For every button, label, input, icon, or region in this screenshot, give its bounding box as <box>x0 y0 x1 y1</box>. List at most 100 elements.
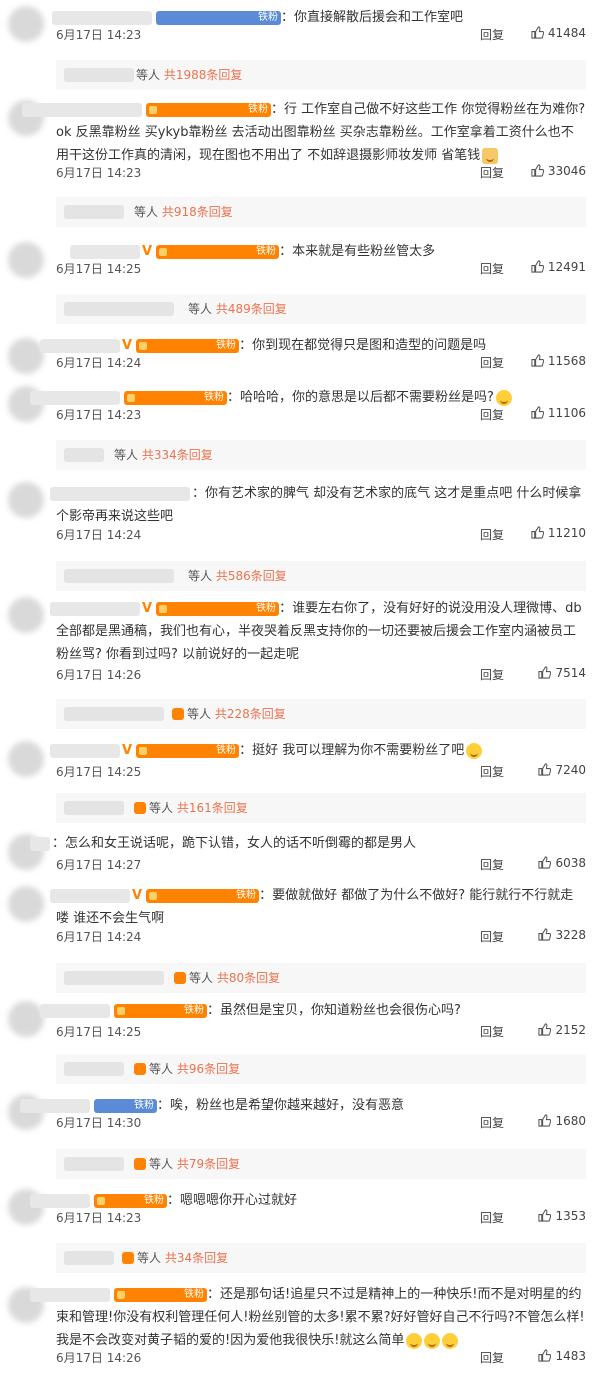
comment-text: 铁粉 ：还是那句话!追星只不过是精神上的一种快乐!而不是对明星的约束和管理!你没有… <box>56 1283 586 1352</box>
reply-button[interactable]: 回复 <box>480 164 504 181</box>
like-button[interactable]: 11106 <box>531 406 586 420</box>
like-count: 33046 <box>547 164 586 178</box>
more-word: 等人 <box>188 302 213 316</box>
fan-badge-icon <box>174 972 186 984</box>
thumbs-up-icon <box>531 526 544 539</box>
reply-button[interactable]: 回复 <box>480 354 504 371</box>
thumbs-up-icon <box>538 1114 552 1127</box>
avatar[interactable] <box>8 597 44 633</box>
like-button[interactable]: 7240 <box>538 763 586 777</box>
like-button[interactable]: 1483 <box>538 1349 586 1363</box>
like-button[interactable]: 7514 <box>538 666 586 680</box>
reply-button[interactable]: 回复 <box>480 26 504 43</box>
reply-summary[interactable]: 等人 共79条回复 <box>56 1149 586 1179</box>
reply-summary[interactable]: 等人 共918条回复 <box>56 197 586 227</box>
like-count: 7240 <box>555 763 586 777</box>
thumbs-up-icon <box>538 1209 552 1222</box>
reply-summary[interactable]: 等人 共334条回复 <box>56 440 586 470</box>
kiss3-emoji-icon <box>406 1332 423 1349</box>
comment-text: 铁粉 ：行 工作室自己做不好这些工作 你觉得粉丝在为难你? ok 反黑靠粉丝 买y… <box>56 98 586 167</box>
reply-users-blurred <box>64 971 164 985</box>
reply-users-blurred <box>64 302 174 316</box>
reply-button[interactable]: 回复 <box>480 1023 504 1040</box>
reply-users-blurred <box>64 801 124 815</box>
reply-summary[interactable]: 等人 共34条回复 <box>56 1243 586 1273</box>
thumbs-up-icon <box>538 763 552 776</box>
more-word: 等人 <box>134 205 159 219</box>
avatar[interactable] <box>8 338 44 374</box>
like-button[interactable]: 12491 <box>531 260 586 274</box>
reply-count[interactable]: 共96条回复 <box>177 1062 240 1076</box>
reply-count[interactable]: 共489条回复 <box>216 302 287 316</box>
reply-summary[interactable]: 等人 共96条回复 <box>56 1054 586 1084</box>
fan-badge: 铁粉 <box>114 1287 207 1302</box>
avatar[interactable] <box>8 1001 44 1037</box>
username-blurred[interactable] <box>30 837 50 851</box>
like-count: 3228 <box>555 928 586 942</box>
reply-count[interactable]: 共1988条回复 <box>164 68 243 82</box>
timestamp: 6月17日 14:25 <box>56 1025 142 1039</box>
like-button[interactable]: 6038 <box>538 856 586 870</box>
timestamp: 6月17日 14:24 <box>56 528 142 542</box>
like-button[interactable]: 11210 <box>531 526 586 540</box>
avatar[interactable] <box>8 741 44 777</box>
like-button[interactable]: 1353 <box>538 1209 586 1223</box>
colon: ： <box>239 743 253 758</box>
reply-summary[interactable]: 等人 共489条回复 <box>56 294 586 324</box>
reply-count[interactable]: 共34条回复 <box>165 1251 228 1265</box>
reply-summary[interactable]: 等人 共161条回复 <box>56 793 586 823</box>
reply-button[interactable]: 回复 <box>480 1349 504 1366</box>
reply-count[interactable]: 共80条回复 <box>217 971 280 985</box>
fan-badge-icon <box>122 1252 134 1264</box>
more-word: 等人 <box>149 1157 174 1171</box>
reply-summary[interactable]: 等人 共586条回复 <box>56 561 586 591</box>
reply-count[interactable]: 共79条回复 <box>177 1157 240 1171</box>
reply-button[interactable]: 回复 <box>480 260 504 277</box>
reply-button[interactable]: 回复 <box>480 928 504 945</box>
comment-text: V 铁粉 ：挺好 我可以理解为你不需要粉丝了吧 <box>56 739 586 762</box>
reply-button[interactable]: 回复 <box>480 666 504 683</box>
verified-icon: V <box>142 244 153 259</box>
reply-users-blurred <box>64 707 164 721</box>
avatar[interactable] <box>8 886 44 922</box>
fan-badge: 铁粉 <box>94 1193 167 1208</box>
reply-summary[interactable]: 等人 共228条回复 <box>56 699 586 729</box>
avatar[interactable] <box>8 482 44 518</box>
avatar[interactable] <box>8 242 44 278</box>
fan-badge: 铁粉 <box>156 10 281 25</box>
reply-users-blurred <box>64 1062 124 1076</box>
verified-icon: V <box>142 601 153 616</box>
like-button[interactable]: 33046 <box>531 164 586 178</box>
thumbs-up-icon <box>531 26 544 39</box>
thumbs-up-icon <box>538 1349 552 1362</box>
reply-summary-text: 等人 共96条回复 <box>134 1054 240 1084</box>
like-count: 7514 <box>555 666 586 680</box>
reply-button[interactable]: 回复 <box>480 526 504 543</box>
reply-button[interactable]: 回复 <box>480 406 504 423</box>
reply-summary[interactable]: 等人 共1988条回复 <box>56 60 586 90</box>
comment-body: 行 工作室自己做不好这些工作 你觉得粉丝在为难你? ok 反黑靠粉丝 买ykyb… <box>56 102 586 163</box>
timestamp: 6月17日 14:25 <box>56 262 142 276</box>
reply-summary-text: 等人 共586条回复 <box>188 561 287 591</box>
reply-button[interactable]: 回复 <box>480 763 504 780</box>
timestamp: 6月17日 14:23 <box>56 408 142 422</box>
reply-count[interactable]: 共228条回复 <box>215 707 286 721</box>
avatar[interactable] <box>8 6 44 42</box>
like-button[interactable]: 2152 <box>538 1023 586 1037</box>
like-button[interactable]: 41484 <box>531 26 586 40</box>
reply-count[interactable]: 共161条回复 <box>177 801 248 815</box>
more-word: 等人 <box>188 569 213 583</box>
timestamp: 6月17日 14:23 <box>56 166 142 180</box>
reply-count[interactable]: 共334条回复 <box>142 448 213 462</box>
like-button[interactable]: 3228 <box>538 928 586 942</box>
like-button[interactable]: 11568 <box>531 354 586 368</box>
reply-count[interactable]: 共918条回复 <box>162 205 233 219</box>
reply-count[interactable]: 共586条回复 <box>216 569 287 583</box>
reply-button[interactable]: 回复 <box>480 856 504 873</box>
reply-button[interactable]: 回复 <box>480 1209 504 1226</box>
fan-badge: 铁粉 <box>94 1098 157 1113</box>
reply-button[interactable]: 回复 <box>480 1114 504 1131</box>
like-button[interactable]: 1680 <box>538 1114 586 1128</box>
reply-summary[interactable]: 等人 共80条回复 <box>56 963 586 993</box>
fan-badge-icon <box>172 708 184 720</box>
